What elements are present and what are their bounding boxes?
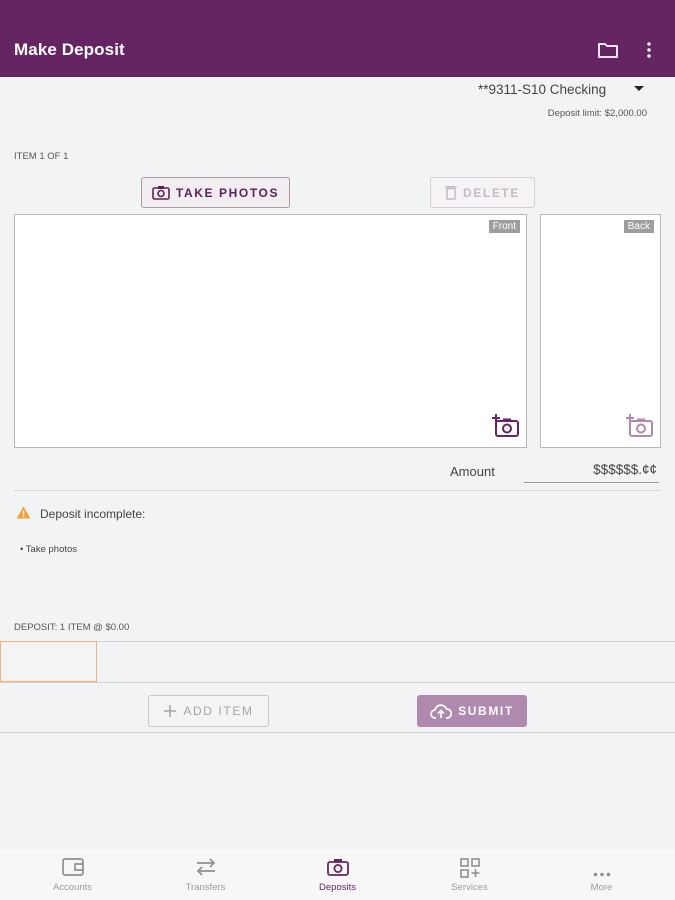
warning-icon xyxy=(16,506,31,524)
camera-icon xyxy=(326,858,349,881)
trash-icon xyxy=(445,186,457,200)
camera-icon xyxy=(152,186,170,200)
more-vertical-icon[interactable] xyxy=(637,38,661,62)
account-selector[interactable]: **9311-S10 Checking xyxy=(478,82,606,97)
take-photos-button[interactable]: TAKE PHOTOS xyxy=(141,177,290,208)
delete-button[interactable]: DELETE xyxy=(430,177,535,208)
take-photos-label: TAKE PHOTOS xyxy=(175,185,280,200)
divider xyxy=(0,682,675,683)
grid-plus-icon xyxy=(459,858,480,883)
plus-icon xyxy=(164,705,177,717)
nav-item-services[interactable]: Services xyxy=(402,849,537,900)
folder-icon[interactable] xyxy=(596,38,620,62)
item-counter: ITEM 1 OF 1 xyxy=(14,151,69,162)
nav-item-more[interactable]: More xyxy=(534,849,669,900)
page-title: Make Deposit xyxy=(14,40,125,59)
nav-label-more: More xyxy=(590,882,613,893)
nav-label-deposits: Deposits xyxy=(319,882,356,893)
nav-label-accounts: Accounts xyxy=(52,882,93,893)
front-photo-area[interactable]: Front xyxy=(14,214,527,448)
add-item-button[interactable]: ADD ITEM xyxy=(148,695,269,727)
deposit-summary: DEPOSIT: 1 ITEM @ $0.00 xyxy=(14,622,130,633)
add-photo-icon[interactable] xyxy=(624,412,654,443)
add-photo-icon[interactable] xyxy=(490,412,520,443)
deposit-limit: Deposit limit: $2,000.00 xyxy=(547,108,647,119)
deposit-incomplete-text: Deposit incomplete: xyxy=(40,507,146,521)
amount-placeholder: $$$$$$.¢¢ xyxy=(593,462,657,477)
nav-item-deposits[interactable]: Deposits xyxy=(270,849,405,900)
divider xyxy=(14,490,661,491)
nav-label-services: Services xyxy=(451,882,488,893)
nav-item-transfers[interactable]: Transfers xyxy=(138,849,273,900)
back-photo-area[interactable]: Back xyxy=(540,214,661,448)
item-thumbnail[interactable] xyxy=(0,641,97,682)
bottom-navigation: Accounts Transfers Deposits Services Mor… xyxy=(0,849,675,900)
submit-label: SUBMIT xyxy=(458,704,514,718)
transfer-arrows-icon xyxy=(195,858,217,881)
incomplete-item-text: Take photos xyxy=(25,544,78,555)
dropdown-arrow-icon[interactable] xyxy=(634,86,644,91)
more-horizontal-icon xyxy=(593,864,611,882)
back-tag: Back xyxy=(623,220,654,233)
divider xyxy=(0,641,675,642)
delete-label: DELETE xyxy=(463,185,520,200)
wallet-icon xyxy=(61,858,84,881)
divider xyxy=(0,732,675,733)
submit-button[interactable]: SUBMIT xyxy=(417,695,527,727)
app-bar: Make Deposit xyxy=(0,0,675,77)
amount-input[interactable]: $$$$$$.¢¢ xyxy=(524,460,659,483)
add-item-label: ADD ITEM xyxy=(183,704,254,718)
incomplete-item: • Take photos xyxy=(20,544,78,555)
amount-label: Amount xyxy=(450,464,495,479)
nav-label-transfers: Transfers xyxy=(185,882,226,893)
nav-item-accounts[interactable]: Accounts xyxy=(5,849,140,900)
cloud-upload-icon xyxy=(430,703,453,719)
front-tag: Front xyxy=(488,220,520,233)
